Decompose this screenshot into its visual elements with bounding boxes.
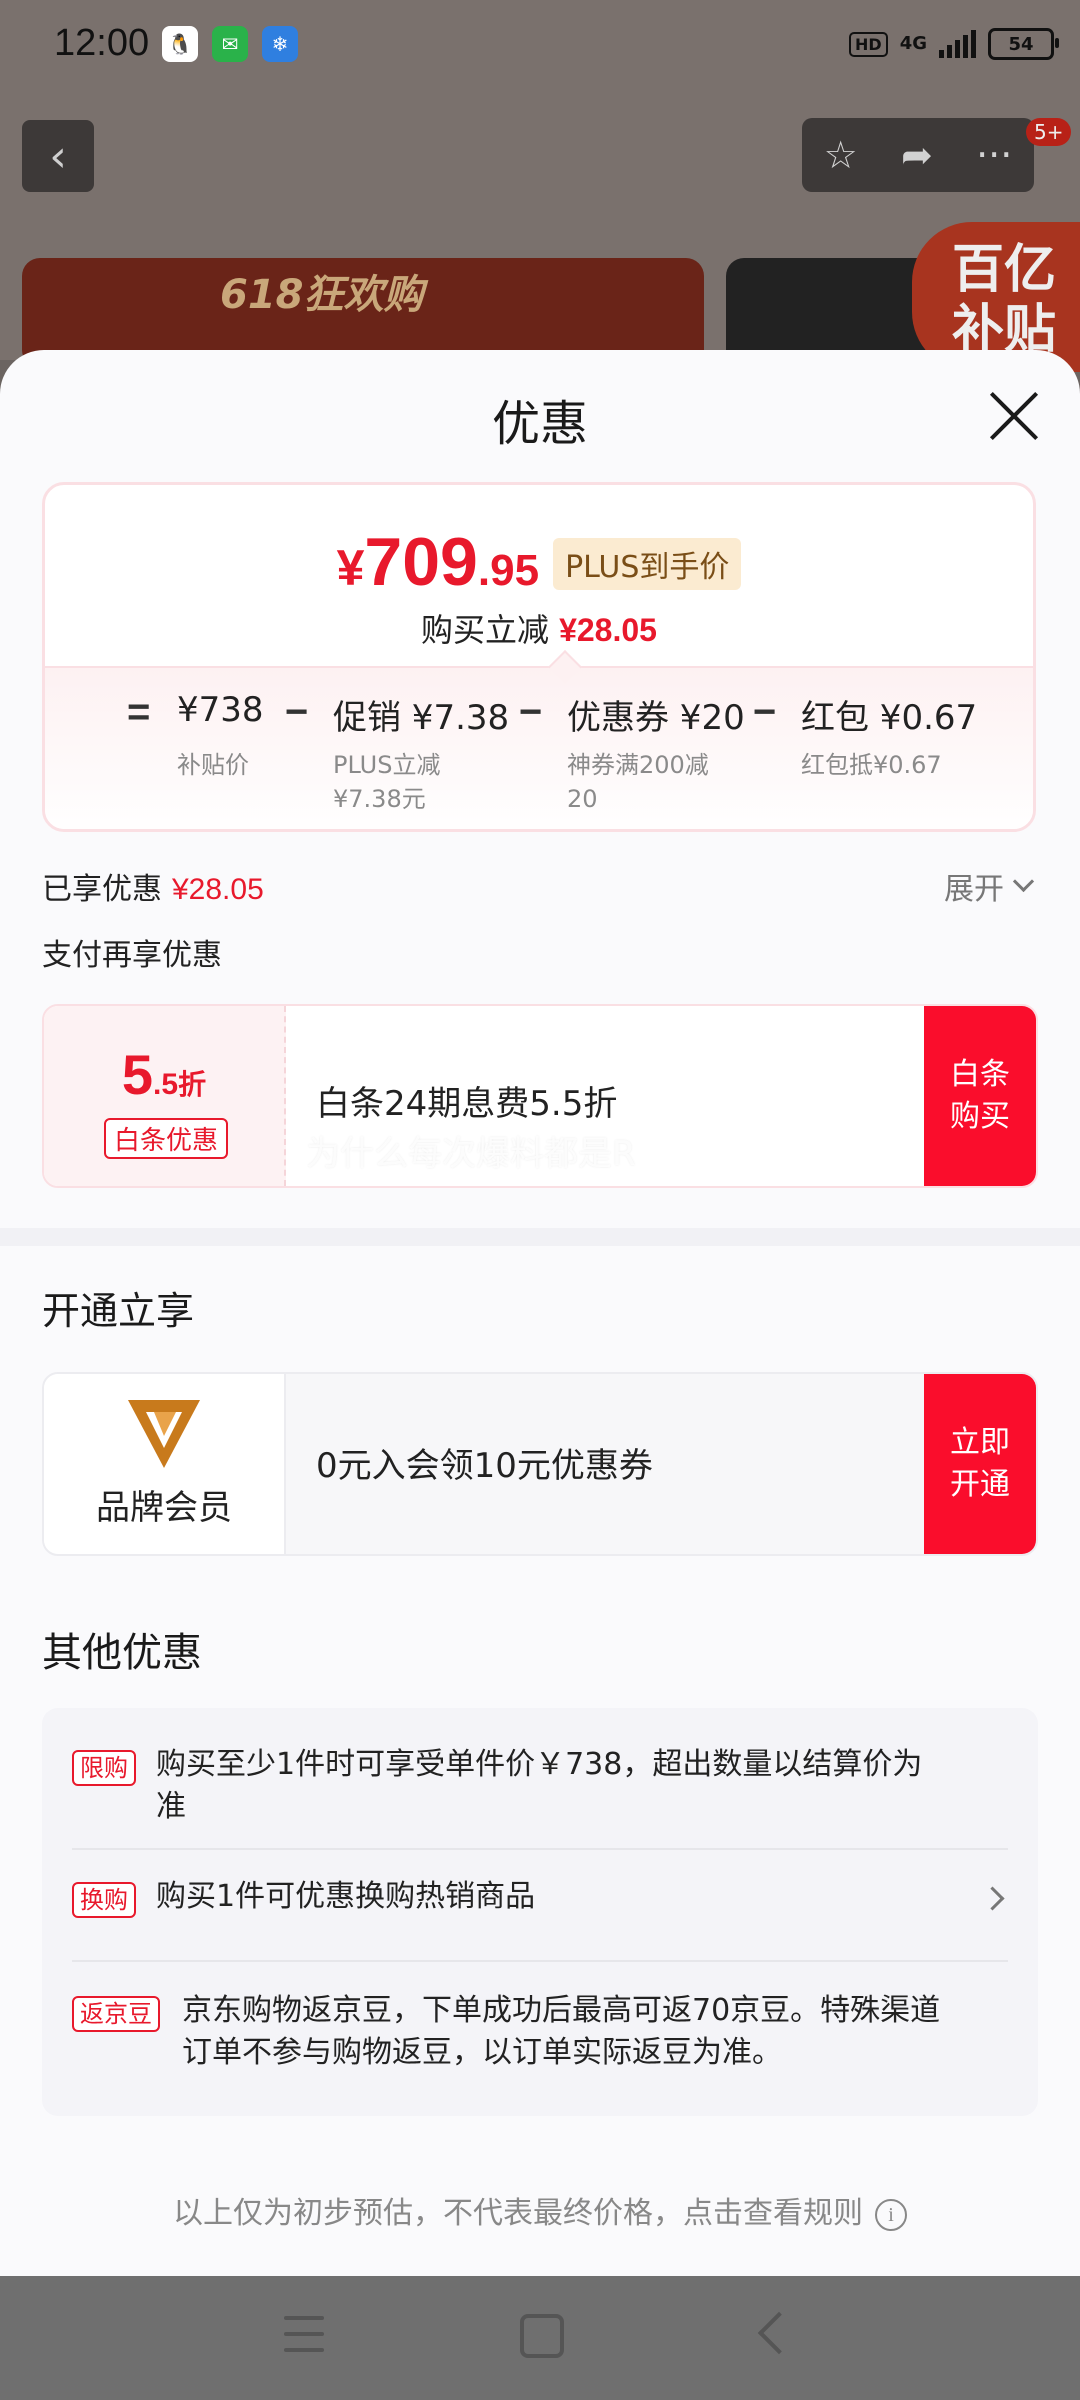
star-icon[interactable]: ☆ — [824, 133, 858, 177]
price-decimal: .95 — [477, 546, 540, 595]
jingdou-tag: 返京豆 — [72, 1996, 160, 2032]
breakdown-value: ¥738 — [177, 690, 264, 730]
exchange-tag: 换购 — [72, 1882, 136, 1918]
weather-icon: ❄ — [262, 26, 298, 62]
baitiao-desc: 白条24期息费5.5折 — [316, 1084, 618, 1124]
equals-sign: = — [127, 690, 151, 734]
close-icon[interactable] — [986, 388, 1042, 444]
watermark-text: 为什么每次爆料都是R — [306, 1134, 636, 1174]
baitiao-buy-button[interactable]: 白条购买 — [924, 1006, 1036, 1186]
price-currency: ¥ — [336, 540, 365, 596]
breakdown-label: PLUS立减¥7.38元 — [333, 751, 441, 813]
open-section-title: 开通立享 — [42, 1289, 195, 1333]
rate-small: .5 — [153, 1068, 179, 1101]
list-item: 限购 购买至少1件时可享受单件价￥738，超出数量以结算价为准 — [72, 1744, 1002, 1824]
jingdou-text: 京东购物返京豆，下单成功后最高可返70京豆。特殊渠道订单不参与购物返豆，以订单实… — [182, 1993, 941, 2070]
member-join-button[interactable]: 立即开通 — [924, 1374, 1036, 1554]
qq-icon: 🐧 — [162, 26, 198, 62]
minus-sign: − — [285, 690, 309, 734]
wechat-icon: ✉ — [212, 26, 248, 62]
list-item[interactable]: 换购 购买1件可优惠换购热销商品 — [72, 1876, 1005, 1924]
brand-member-icon — [128, 1400, 200, 1468]
baitiao-tag: 白条优惠 — [104, 1118, 229, 1159]
instant-discount: 购买立减 ¥28.05 — [45, 605, 1033, 651]
signal-icon — [939, 30, 976, 58]
exchange-text: 购买1件可优惠换购热销商品 — [156, 1879, 536, 1914]
row-divider — [72, 1848, 1008, 1850]
pay-more-heading: 支付再享优惠 — [42, 938, 222, 973]
info-icon[interactable]: i — [875, 2198, 907, 2231]
rules-link[interactable]: 以上仅为初步预估，不代表最终价格，点击查看规则 i — [0, 2188, 1080, 2232]
enjoyed-value: ¥28.05 — [172, 873, 264, 906]
rate-unit: 折 — [178, 1069, 207, 1100]
row-divider — [72, 1960, 1008, 1962]
price-integer: 709 — [364, 524, 478, 600]
breakdown-value: 优惠券 ¥20 — [567, 698, 745, 738]
breakdown-label: 神券满200减20 — [567, 751, 709, 813]
share-icon[interactable]: ➦ — [901, 133, 933, 177]
status-time: 12:00 — [54, 22, 150, 64]
enjoyed-label: 已享优惠 — [42, 872, 162, 907]
discount-sheet: 优惠 ¥ 709 .95 PLUS到手价 购买立减 ¥28.05 = ¥738 补… — [0, 350, 1080, 2276]
member-join-label: 立即开通 — [950, 1425, 1010, 1502]
chevron-right-icon[interactable] — [980, 1886, 1005, 1911]
plus-price-tag: PLUS到手价 — [553, 538, 742, 590]
status-bar: 12:00 🐧 ✉ ❄ HD 4G 54 — [0, 0, 1080, 92]
baitiao-rate: 5.5折 — [44, 1042, 284, 1107]
top-action-group: ☆ ➦ ··· — [802, 118, 1034, 192]
other-section-title: 其他优惠 — [42, 1630, 202, 1676]
enjoyed-discount: 已享优惠 ¥28.05 — [42, 864, 264, 908]
member-label: 品牌会员 — [96, 1488, 232, 1528]
expand-button[interactable]: 展开 — [944, 864, 1004, 908]
instant-discount-label: 购买立减 — [421, 611, 550, 649]
more-icon[interactable]: ··· — [976, 133, 1012, 177]
section-divider — [0, 1228, 1080, 1246]
hd-icon: HD — [849, 31, 888, 57]
network-label: 4G — [899, 33, 927, 54]
menu-icon[interactable] — [284, 2316, 324, 2352]
breakdown-value: 促销 ¥7.38 — [333, 698, 510, 738]
final-price: ¥ 709 .95 PLUS到手价 — [45, 523, 1033, 601]
instant-discount-value: ¥28.05 — [559, 612, 657, 648]
breakdown-label: 红包抵¥0.67 — [801, 751, 942, 779]
baitiao-buy-label: 白条购买 — [950, 1057, 1010, 1134]
battery-icon: 54 — [988, 28, 1059, 60]
rate-big: 5 — [121, 1043, 154, 1106]
member-desc: 0元入会领10元优惠券 — [316, 1446, 653, 1486]
system-nav-bar — [0, 2276, 1080, 2400]
minus-sign: − — [753, 690, 777, 734]
minus-sign: − — [519, 690, 543, 734]
list-item: 返京豆 京东购物返京豆，下单成功后最高可返70京豆。特殊渠道订单不参与购物返豆，… — [72, 1990, 1002, 2080]
chevron-down-icon[interactable] — [1012, 870, 1035, 893]
sheet-title: 优惠 — [491, 396, 588, 452]
back-button[interactable]: ‹ — [22, 120, 94, 192]
message-badge: 5+ — [1026, 118, 1072, 146]
promo-banner-text: 618狂欢购 — [220, 272, 424, 318]
other-offers-card: 限购 购买至少1件时可享受单件价￥738，超出数量以结算价为准 换购 购买1件可… — [42, 1708, 1038, 2116]
breakdown-value: 红包 ¥0.67 — [801, 698, 978, 738]
limit-text: 购买至少1件时可享受单件价￥738，超出数量以结算价为准 — [156, 1747, 923, 1824]
baitiao-offer-card[interactable]: 5.5折 白条优惠 白条24期息费5.5折 为什么每次爆料都是R 白条购买 — [42, 1004, 1038, 1188]
back-icon[interactable] — [757, 2311, 801, 2355]
price-breakdown: = ¥738 补贴价 − 促销 ¥7.38 PLUS立减¥7.38元 − 优惠券… — [45, 666, 1033, 829]
limit-tag: 限购 — [72, 1750, 136, 1786]
home-icon[interactable] — [520, 2314, 564, 2358]
member-offer-card[interactable]: 品牌会员 0元入会领10元优惠券 立即开通 — [42, 1372, 1038, 1556]
breakdown-label: 补贴价 — [177, 751, 249, 779]
footer-note-text: 以上仅为初步预估，不代表最终价格，点击查看规则 — [173, 2196, 863, 2231]
price-card: ¥ 709 .95 PLUS到手价 购买立减 ¥28.05 = ¥738 补贴价 … — [42, 482, 1036, 832]
